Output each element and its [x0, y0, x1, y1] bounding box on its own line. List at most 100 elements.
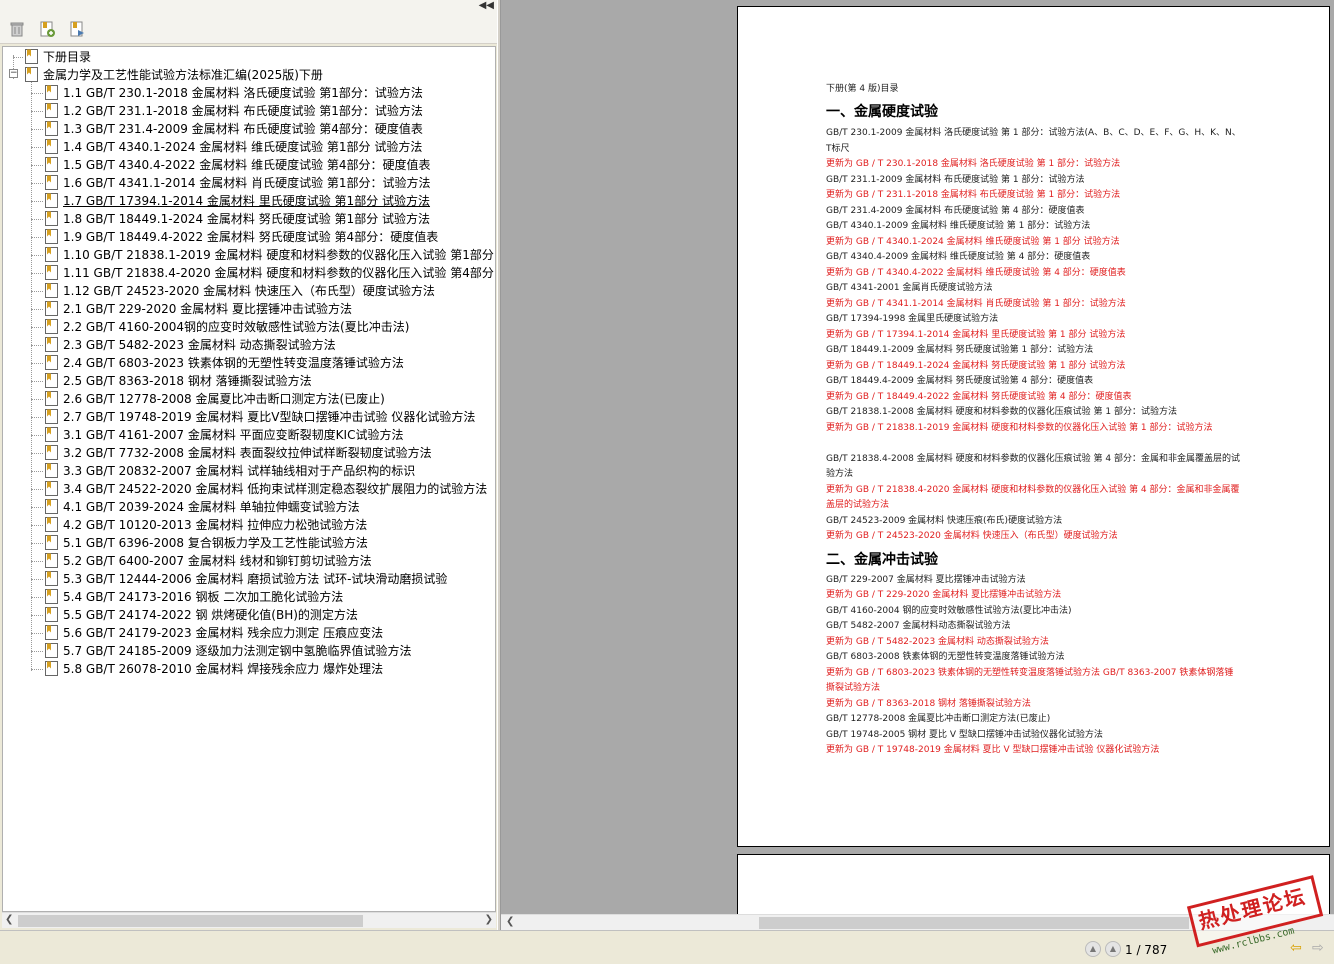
tree-line	[31, 291, 43, 292]
tree-line	[31, 309, 43, 310]
bookmark-label: 1.9 GB/T 18449.4-2022 金属材料 努氏硬度试验 第4部分：硬…	[63, 230, 439, 244]
document-view[interactable]: 下册(第 4 版)目录 一、金属硬度试验 GB/T 230.1-2009 金属材…	[501, 0, 1334, 914]
bookmark-item[interactable]: 4.1 GB/T 2039-2024 金属材料 单轴拉伸蠕变试验方法	[45, 498, 360, 516]
standard-entry: GB/T 231.4-2009 金属材料 布氏硬度试验 第 4 部分：硬度值表	[826, 205, 1085, 216]
bookmark-item[interactable]: 1.6 GB/T 4341.1-2014 金属材料 肖氏硬度试验 第1部分：试验…	[45, 174, 431, 192]
back-arrow-icon: ⇦	[1290, 940, 1302, 956]
bookmark-icon	[45, 373, 58, 388]
bookmark-label: 1.11 GB/T 21838.4-2020 金属材料 硬度和材料参数的仪器化压…	[63, 266, 496, 280]
back-button[interactable]: ⇦	[1290, 940, 1302, 956]
updated-standard-entry: 更新为 GB / T 19748-2019 金属材料 夏比 V 型缺口摆锤冲击试…	[826, 745, 1160, 755]
bookmark-label: 5.5 GB/T 24174-2022 钢 烘烤硬化值(BH)的测定方法	[63, 608, 358, 622]
bookmark-item[interactable]: 2.1 GB/T 229-2020 金属材料 夏比摆锤冲击试验方法	[45, 300, 352, 318]
updated-standard-entry: 更新为 GB / T 18449.4-2022 金属材料 努氏硬度试验 第 4 …	[826, 391, 1132, 402]
bookmark-item[interactable]: 5.4 GB/T 24173-2016 钢板 二次加工脆化试验方法	[45, 588, 343, 606]
bookmark-item[interactable]: 1.11 GB/T 21838.4-2020 金属材料 硬度和材料参数的仪器化压…	[45, 264, 496, 282]
bookmark-label: 下册目录	[43, 50, 92, 64]
scroll-right-arrow-icon[interactable]: ❯	[485, 914, 493, 925]
bookmark-item[interactable]: 3.2 GB/T 7732-2008 金属材料 表面裂纹拉伸试样断裂韧度试验方法	[45, 444, 432, 462]
new-bookmark-button[interactable]	[38, 20, 58, 40]
bookmark-item[interactable]: 1.9 GB/T 18449.4-2022 金属材料 努氏硬度试验 第4部分：硬…	[45, 228, 438, 246]
updated-standard-entry: 更新为 GB / T 6803-2023 铁素体钢的无塑性转变温度落锤试验方法 …	[826, 667, 1234, 694]
bookmark-item[interactable]: 2.2 GB/T 4160-2004钢的应变时效敏感性试验方法(夏比冲击法)	[45, 318, 409, 336]
bookmark-item[interactable]: 1.12 GB/T 24523-2020 金属材料 快速压入（布氏型）硬度试验方…	[45, 282, 435, 300]
standard-entry: GB/T 18449.4-2009 金属材料 努氏硬度试验第 4 部分：硬度值表	[826, 376, 1094, 386]
bookmark-options-button[interactable]	[68, 20, 88, 40]
bookmark-label: 5.3 GB/T 12444-2006 金属材料 磨损试验方法 试环-试块滑动磨…	[63, 572, 448, 586]
bookmark-item[interactable]: 3.3 GB/T 20832-2007 金属材料 试样轴线相对于产品织构的标识	[45, 462, 415, 480]
bookmark-label: 5.4 GB/T 24173-2016 钢板 二次加工脆化试验方法	[63, 590, 344, 604]
tree-line	[31, 435, 43, 436]
page-number-indicator[interactable]: 1 / 787	[1125, 941, 1205, 959]
scrollbar-thumb[interactable]	[759, 917, 1189, 929]
bookmark-label: 5.1 GB/T 6396-2008 复合钢板力学及工艺性能试验方法	[63, 536, 368, 550]
standard-entry: GB/T 17394-1998 金属里氏硬度试验方法	[826, 314, 999, 324]
bookmark-item[interactable]: 2.4 GB/T 6803-2023 铁素体钢的无塑性转变温度落锤试验方法	[45, 354, 404, 372]
bookmark-item[interactable]: 1.8 GB/T 18449.1-2024 金属材料 努氏硬度试验 第1部分 试…	[45, 210, 430, 228]
first-page-icon: ▲	[1089, 944, 1097, 953]
bookmark-icon	[45, 157, 58, 172]
first-page-button[interactable]: ▲	[1085, 941, 1101, 957]
bookmark-icon	[45, 355, 58, 370]
bookmark-icon	[45, 481, 58, 496]
standard-entry: GB/T 6803-2008 铁素体钢的无塑性转变温度落锤试验方法	[826, 652, 1065, 662]
bookmark-item[interactable]: 3.1 GB/T 4161-2007 金属材料 平面应变断裂韧度KIC试验方法	[45, 426, 403, 444]
bookmark-icon	[45, 643, 58, 658]
bookmark-icon	[45, 607, 58, 622]
bookmark-item[interactable]: 1.10 GB/T 21838.1-2019 金属材料 硬度和材料参数的仪器化压…	[45, 246, 496, 264]
forward-button[interactable]: ⇨	[1312, 940, 1324, 956]
bookmark-item[interactable]: 5.5 GB/T 24174-2022 钢 烘烤硬化值(BH)的测定方法	[45, 606, 358, 624]
tree-line	[31, 255, 43, 256]
bookmark-item[interactable]: 1.7 GB/T 17394.1-2014 金属材料 里氏硬度试验 第1部分 试…	[45, 192, 430, 210]
tree-line	[31, 381, 43, 382]
bookmark-item[interactable]: 1.3 GB/T 231.4-2009 金属材料 布氏硬度试验 第4部分：硬度值…	[45, 120, 423, 138]
bookmark-label: 1.10 GB/T 21838.1-2019 金属材料 硬度和材料参数的仪器化压…	[63, 248, 496, 262]
bookmark-item[interactable]: 1.5 GB/T 4340.4-2022 金属材料 维氏硬度试验 第4部分：硬度…	[45, 156, 431, 174]
delete-bookmark-button[interactable]	[8, 20, 28, 40]
bookmark-label: 2.6 GB/T 12778-2008 金属夏比冲击断口测定方法(已废止)	[63, 392, 385, 406]
bookmark-label: 3.2 GB/T 7732-2008 金属材料 表面裂纹拉伸试样断裂韧度试验方法	[63, 446, 432, 460]
scroll-left-arrow-icon[interactable]: ❮	[5, 914, 13, 925]
bookmark-item[interactable]: 5.8 GB/T 26078-2010 金属材料 焊接残余应力 爆炸处理法	[45, 660, 383, 678]
bookmark-label: 2.3 GB/T 5482-2023 金属材料 动态撕裂试验方法	[63, 338, 336, 352]
bookmark-item[interactable]: 2.5 GB/T 8363-2018 钢材 落锤撕裂试验方法	[45, 372, 312, 390]
bookmark-item[interactable]: 1.4 GB/T 4340.1-2024 金属材料 维氏硬度试验 第1部分 试验…	[45, 138, 422, 156]
bookmark-item[interactable]: 1.2 GB/T 231.1-2018 金属材料 布氏硬度试验 第1部分：试验方…	[45, 102, 423, 120]
bookmark-label: 2.1 GB/T 229-2020 金属材料 夏比摆锤冲击试验方法	[63, 302, 353, 316]
scrollbar-thumb[interactable]	[18, 915, 363, 927]
bookmark-icon	[45, 301, 58, 316]
bookmark-label: 5.2 GB/T 6400-2007 金属材料 线材和铆钉剪切试验方法	[63, 554, 372, 568]
tree-collapse-toggle[interactable]: −	[9, 69, 18, 78]
bookmark-item[interactable]: 5.3 GB/T 12444-2006 金属材料 磨损试验方法 试环-试块滑动磨…	[45, 570, 447, 588]
updated-standard-entry: 更新为 GB / T 4341.1-2014 金属材料 肖氏硬度试验 第 1 部…	[826, 298, 1126, 309]
standard-entry: GB/T 230.1-2009 金属材料 洛氏硬度试验 第 1 部分：试验方法(…	[826, 128, 1241, 154]
bookmark-item[interactable]: 4.2 GB/T 10120-2013 金属材料 拉伸应力松弛试验方法	[45, 516, 367, 534]
bookmark-item[interactable]: 2.7 GB/T 19748-2019 金属材料 夏比V型缺口摆锤冲击试验 仪器…	[45, 408, 475, 426]
bookmark-icon	[45, 589, 58, 604]
tree-line	[31, 507, 43, 508]
bookmark-item[interactable]: 2.3 GB/T 5482-2023 金属材料 动态撕裂试验方法	[45, 336, 336, 354]
bookmark-root-toc[interactable]: 下册目录	[25, 48, 91, 66]
bookmark-item[interactable]: 5.6 GB/T 24179-2023 金属材料 残余应力测定 压痕应变法	[45, 624, 383, 642]
bookmark-item[interactable]: 5.7 GB/T 24185-2009 逐级加力法测定钢中氢脆临界值试验方法	[45, 642, 411, 660]
trash-icon	[10, 22, 24, 37]
bookmark-item[interactable]: 5.1 GB/T 6396-2008 复合钢板力学及工艺性能试验方法	[45, 534, 368, 552]
bookmark-root-volume[interactable]: 金属力学及工艺性能试验方法标准汇编(2025版)下册	[25, 66, 323, 84]
pdf-viewer-window: ◀◀ − 下册目录 金属力学及工艺性能试验方法标准汇编(2025版)下册 1.1…	[0, 0, 1334, 964]
tree-line	[31, 345, 43, 346]
bookmark-horizontal-scrollbar[interactable]: ❮ ❯	[2, 912, 496, 928]
bookmark-item[interactable]: 2.6 GB/T 12778-2008 金属夏比冲击断口测定方法(已废止)	[45, 390, 385, 408]
bookmark-item[interactable]: 5.2 GB/T 6400-2007 金属材料 线材和铆钉剪切试验方法	[45, 552, 372, 570]
bookmark-item[interactable]: 3.4 GB/T 24522-2020 金属材料 低拘束试样测定稳态裂纹扩展阻力…	[45, 480, 487, 498]
collapse-panel-button[interactable]: ◀◀	[479, 0, 494, 11]
scroll-left-arrow-icon[interactable]: ❮	[506, 916, 514, 927]
bookmark-item[interactable]: 1.1 GB/T 230.1-2018 金属材料 洛氏硬度试验 第1部分：试验方…	[45, 84, 423, 102]
bookmark-icon	[45, 103, 58, 118]
tree-line	[31, 201, 43, 202]
standard-entry: GB/T 18449.1-2009 金属材料 努氏硬度试验第 1 部分：试验方法	[826, 345, 1094, 355]
tree-line	[31, 81, 32, 671]
bookmark-label: 1.4 GB/T 4340.1-2024 金属材料 维氏硬度试验 第1部分 试验…	[63, 140, 423, 154]
prev-page-button[interactable]: ▲	[1105, 941, 1121, 957]
tree-line	[31, 417, 43, 418]
updated-standard-entry: 更新为 GB / T 231.1-2018 金属材料 布氏硬度试验 第 1 部分…	[826, 190, 1121, 200]
